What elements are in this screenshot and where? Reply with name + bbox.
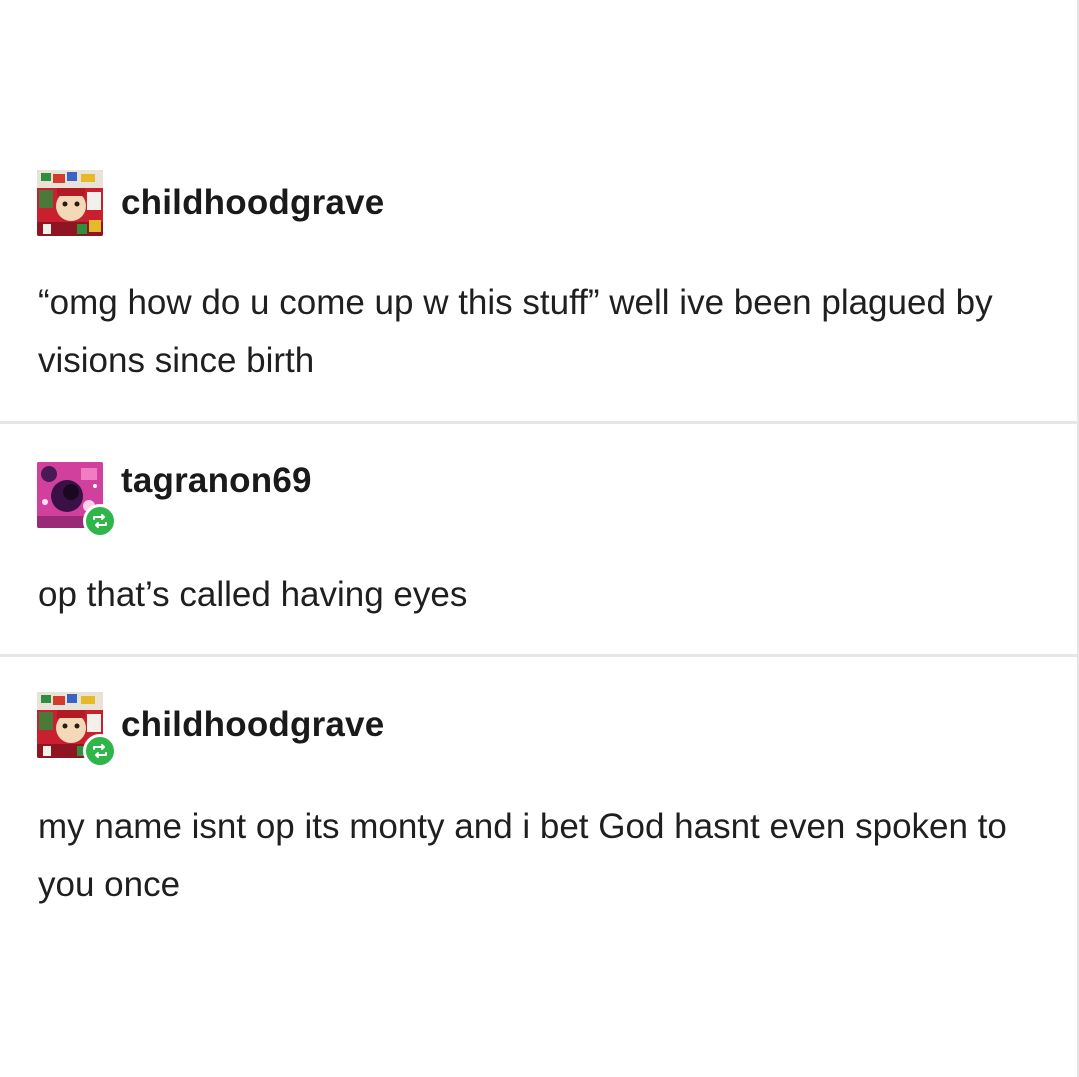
username[interactable]: childhoodgrave: [121, 183, 384, 223]
post-header: childhoodgrave: [37, 692, 384, 768]
post-text: my name isnt op its monty and i bet God …: [38, 807, 1007, 904]
avatar[interactable]: [37, 462, 117, 538]
post-divider: [0, 654, 1077, 657]
username[interactable]: childhoodgrave: [121, 705, 384, 745]
reblog-icon: [83, 734, 117, 768]
post-header: childhoodgrave: [37, 170, 384, 236]
childhoodgrave-avatar-icon: [37, 170, 103, 236]
reblog-icon: [83, 504, 117, 538]
avatar[interactable]: [37, 692, 117, 768]
post-header: tagranon69: [37, 461, 312, 538]
post-text: op that’s called having eyes: [38, 575, 468, 614]
post-divider: [0, 421, 1077, 424]
avatar[interactable]: [37, 170, 103, 236]
username[interactable]: tagranon69: [121, 461, 312, 501]
post-text: “omg how do u come up w this stuff” well…: [38, 283, 993, 380]
